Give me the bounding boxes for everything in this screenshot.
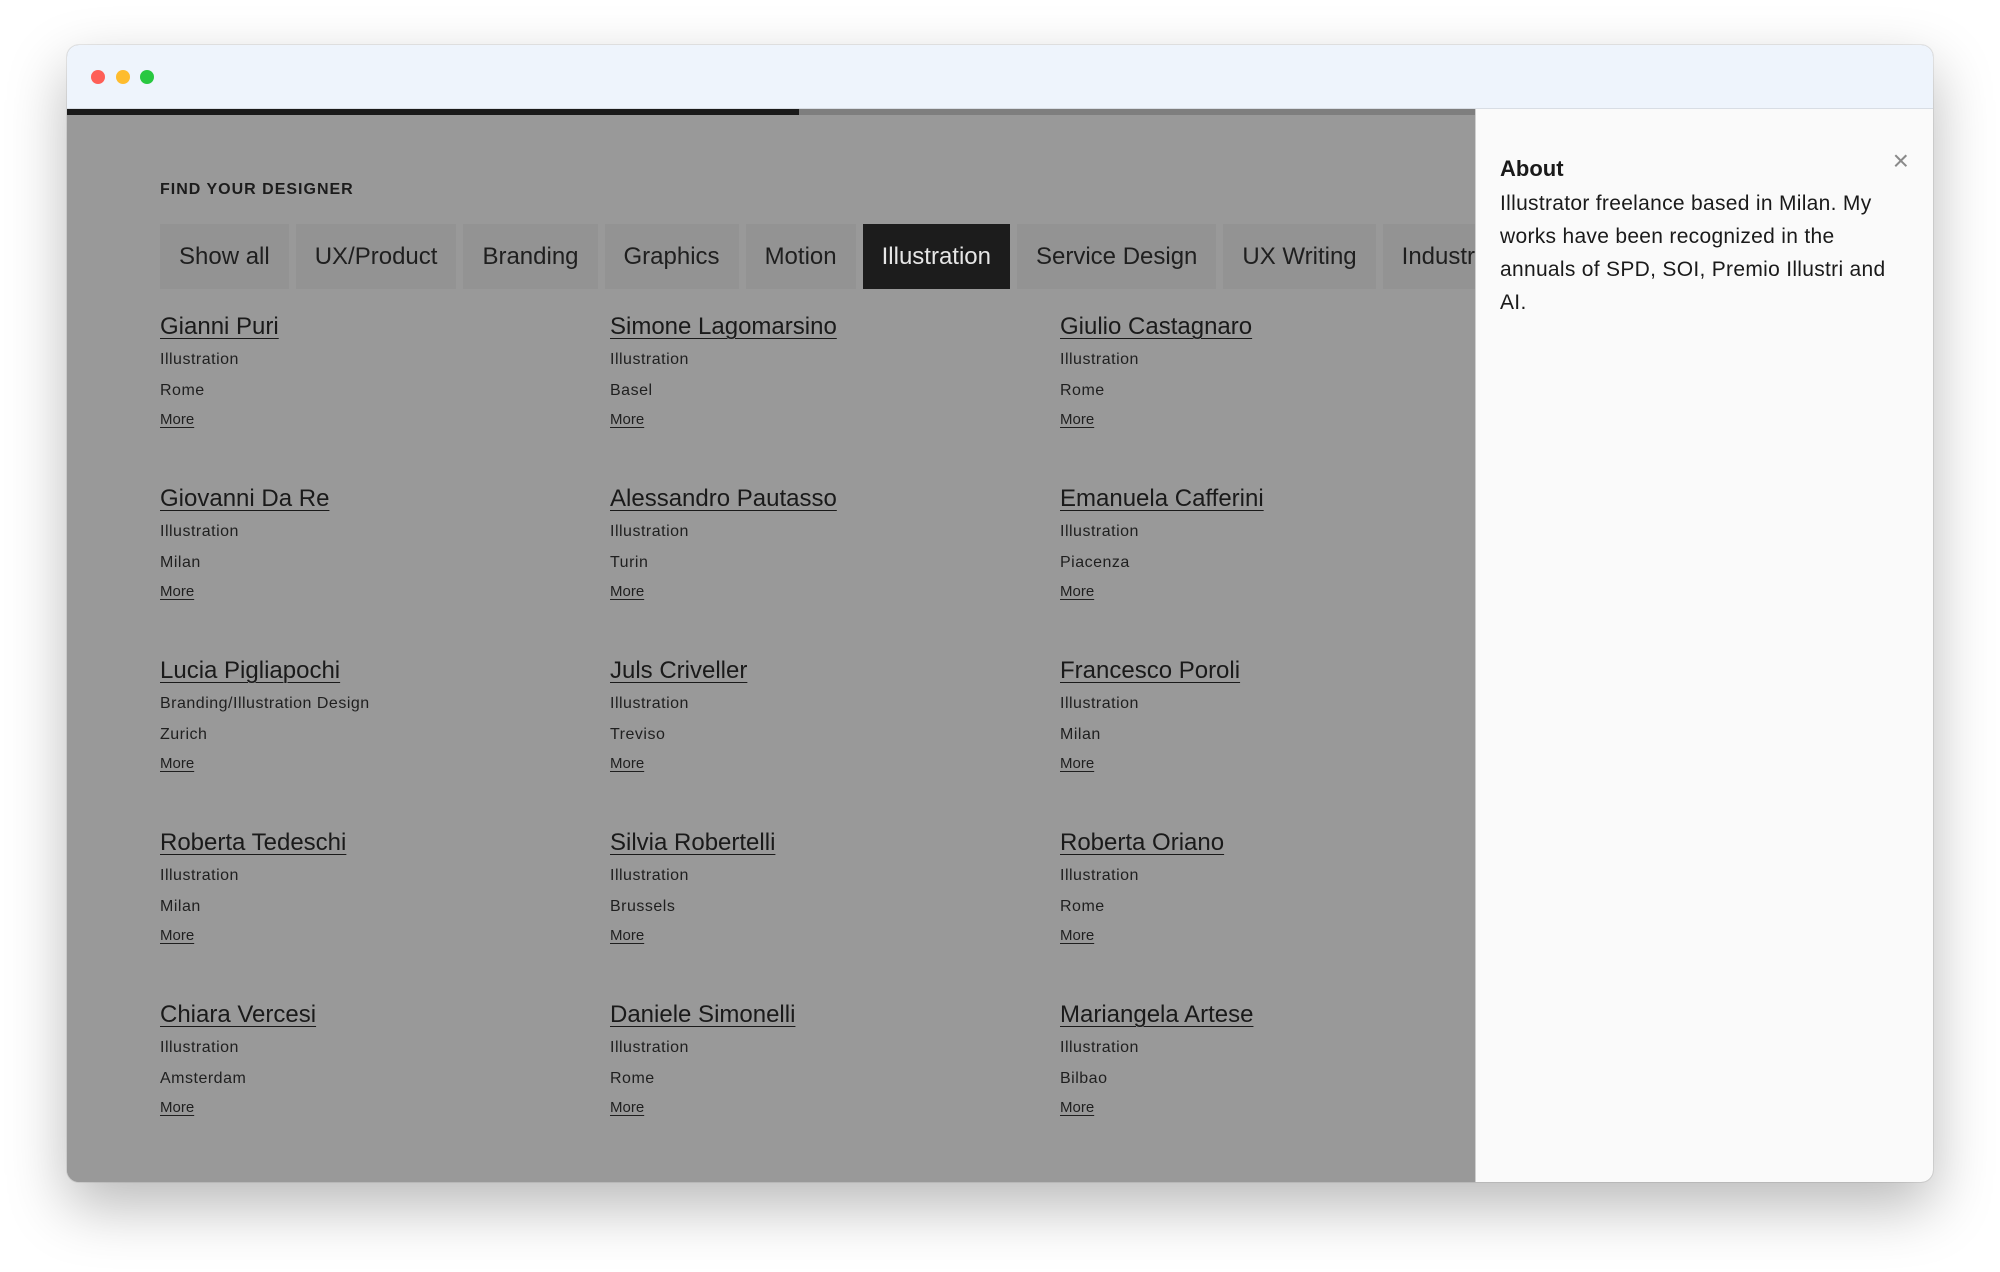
scroll-progress-bar [67, 109, 1475, 115]
more-link[interactable]: More [160, 753, 194, 775]
designer-name-link[interactable]: Lucia Pigliapochi [160, 656, 610, 686]
designer-card: Mariangela Artese Illustration Bilbao More [1060, 1000, 1440, 1172]
designer-category: Illustration [1060, 867, 1139, 884]
designer-city: Milan [1060, 726, 1101, 743]
designer-card: Roberta Oriano Illustration Rome More [1060, 828, 1440, 1000]
designer-city: Rome [160, 382, 205, 399]
designer-name-link[interactable]: Juls Criveller [610, 656, 1060, 686]
designer-name-link[interactable]: Silvia Robertelli [610, 828, 1060, 858]
designer-category: Illustration [160, 351, 239, 368]
designer-name-link[interactable]: Daniele Simonelli [610, 1000, 1060, 1030]
filter-tab-service-design[interactable]: Service Design [1017, 224, 1217, 289]
designer-name-link[interactable]: Emanuela Cafferini [1060, 484, 1440, 514]
designer-card: Roberta Tedeschi Illustration Milan More [160, 828, 610, 1000]
designer-name-link[interactable]: Giovanni Da Re [160, 484, 610, 514]
close-window-button[interactable] [91, 70, 105, 84]
about-text: Illustrator freelance based in Milan. My… [1500, 192, 1886, 314]
designer-city: Milan [160, 898, 201, 915]
designer-category: Illustration [610, 523, 689, 540]
designer-category: Illustration [1060, 523, 1139, 540]
about-title: About [1500, 156, 1564, 181]
filter-tab-branding[interactable]: Branding [463, 224, 598, 289]
more-link[interactable]: More [1060, 409, 1094, 431]
more-link[interactable]: More [160, 1097, 194, 1119]
designer-card: Gianni Puri Illustration Rome More [160, 312, 610, 484]
designer-category: Illustration [160, 523, 239, 540]
designer-category: Illustration [160, 1039, 239, 1056]
filter-tab-ux-writing[interactable]: UX Writing [1223, 224, 1376, 289]
designer-city: Turin [610, 554, 649, 571]
filter-tab-show-all[interactable]: Show all [160, 224, 289, 289]
designer-city: Amsterdam [160, 1070, 247, 1087]
designer-card: Daniele Simonelli Illustration Rome More [610, 1000, 1060, 1172]
designer-city: Rome [1060, 382, 1105, 399]
more-link[interactable]: More [610, 1097, 644, 1119]
about-side-panel: × About Illustrator freelance based in M… [1475, 109, 1933, 1182]
scroll-progress-fill [67, 109, 800, 115]
category-filter-bar: Show all UX/Product Branding Graphics Motion… [160, 224, 1475, 289]
designer-name-link[interactable]: Roberta Tedeschi [160, 828, 610, 858]
designer-card: Chiara Vercesi Illustration Amsterdam More [160, 1000, 610, 1172]
more-link[interactable]: More [610, 925, 644, 947]
window-titlebar [67, 45, 1933, 109]
designer-card: Giovanni Da Re Illustration Milan More [160, 484, 610, 656]
designer-card: Emanuela Cafferini Illustration Piacenza Mo… [1060, 484, 1440, 656]
filter-tab-ux-product[interactable]: UX/Product [295, 224, 457, 289]
designer-name-link[interactable]: Mariangela Artese [1060, 1000, 1440, 1030]
close-icon[interactable]: × [1893, 147, 1909, 175]
more-link[interactable]: More [1060, 753, 1094, 775]
designer-card: Silvia Robertelli Illustration Brussels Mor… [610, 828, 1060, 1000]
designer-city: Milan [160, 554, 201, 571]
designer-category: Illustration [610, 695, 689, 712]
browser-window: FIND YOUR DESIGNER Show all UX/Product Bra… [67, 45, 1933, 1182]
designer-name-link[interactable]: Alessandro Pautasso [610, 484, 1060, 514]
designer-category: Illustration [1060, 1039, 1139, 1056]
designer-city: Rome [1060, 898, 1105, 915]
minimize-window-button[interactable] [116, 70, 130, 84]
designer-category: Illustration [610, 867, 689, 884]
maximize-window-button[interactable] [140, 70, 154, 84]
designer-city: Zurich [160, 726, 208, 743]
designer-card: Alessandro Pautasso Illustration Turin More [610, 484, 1060, 656]
filter-tab-illustration[interactable]: Illustration [862, 224, 1010, 289]
designer-category: Illustration [1060, 351, 1139, 368]
designer-card: Giulio Castagnaro Illustration Rome More [1060, 312, 1440, 484]
designer-city: Brussels [610, 898, 676, 915]
designer-card: Francesco Poroli Illustration Milan More [1060, 656, 1440, 828]
more-link[interactable]: More [160, 925, 194, 947]
filter-tab-graphics[interactable]: Graphics [604, 224, 739, 289]
designer-city: Rome [610, 1070, 655, 1087]
filter-tab-industrial[interactable]: Industrial [1382, 224, 1475, 289]
designer-name-link[interactable]: Francesco Poroli [1060, 656, 1440, 686]
designer-city: Treviso [610, 726, 666, 743]
more-link[interactable]: More [1060, 581, 1094, 603]
designer-grid: Gianni Puri Illustration Rome More Simone La… [160, 312, 1440, 1172]
filter-tab-motion[interactable]: Motion [745, 224, 856, 289]
more-link[interactable]: More [610, 409, 644, 431]
designer-name-link[interactable]: Giulio Castagnaro [1060, 312, 1440, 342]
designer-card: Simone Lagomarsino Illustration Basel More [610, 312, 1060, 484]
designer-city: Piacenza [1060, 554, 1130, 571]
designer-card: Juls Criveller Illustration Treviso More [610, 656, 1060, 828]
designer-name-link[interactable]: Simone Lagomarsino [610, 312, 1060, 342]
more-link[interactable]: More [1060, 1097, 1094, 1119]
more-link[interactable]: More [160, 581, 194, 603]
designer-category: Illustration [1060, 695, 1139, 712]
more-link[interactable]: More [610, 753, 644, 775]
page-heading: FIND YOUR DESIGNER [160, 181, 354, 198]
more-link[interactable]: More [160, 409, 194, 431]
designer-category: Illustration [160, 867, 239, 884]
designer-name-link[interactable]: Chiara Vercesi [160, 1000, 610, 1030]
designer-category: Illustration [610, 1039, 689, 1056]
designer-name-link[interactable]: Roberta Oriano [1060, 828, 1440, 858]
more-link[interactable]: More [610, 581, 644, 603]
designer-directory: FIND YOUR DESIGNER Show all UX/Product Bra… [67, 109, 1475, 1182]
designer-category: Illustration [610, 351, 689, 368]
designer-city: Basel [610, 382, 653, 399]
designer-category: Branding/Illustration Design [160, 695, 370, 712]
more-link[interactable]: More [1060, 925, 1094, 947]
designer-name-link[interactable]: Gianni Puri [160, 312, 610, 342]
designer-city: Bilbao [1060, 1070, 1108, 1087]
designer-card: Lucia Pigliapochi Branding/Illustration D… [160, 656, 610, 828]
